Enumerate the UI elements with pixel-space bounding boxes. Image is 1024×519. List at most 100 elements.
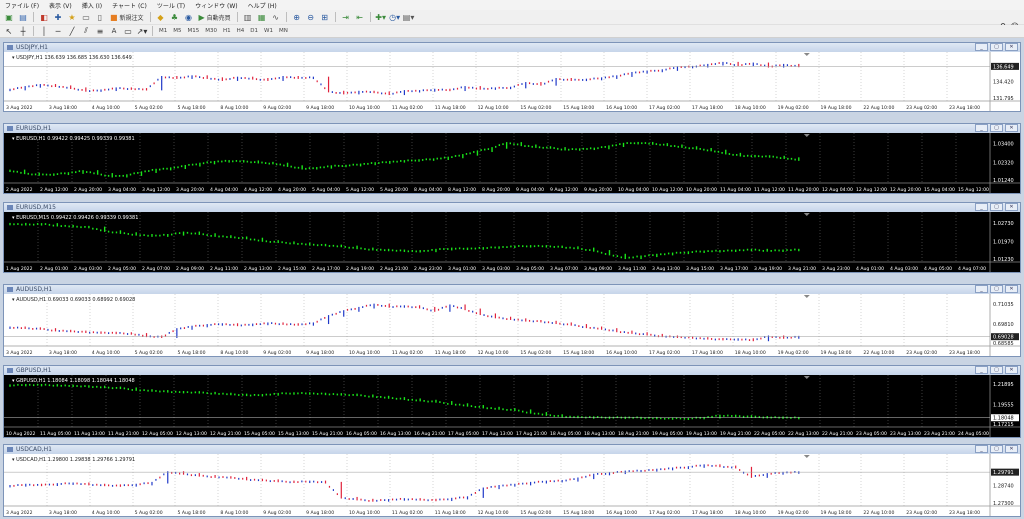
indicators-icon[interactable]: ✚▾ bbox=[375, 11, 387, 23]
menu-view[interactable]: 表示 (V) bbox=[44, 1, 77, 10]
menu-help[interactable]: ヘルプ (H) bbox=[243, 1, 282, 10]
menu-file[interactable]: ファイル (F) bbox=[0, 1, 44, 10]
chart-canvas[interactable]: 1.03400 1.02320 1.01240 2 Aug 2022 2 Aug 12:… bbox=[4, 133, 1020, 193]
minimize-button[interactable]: _ bbox=[975, 43, 988, 51]
time-scale-label: 2 Aug 09:00 bbox=[176, 266, 204, 272]
maximize-button[interactable]: ▢ bbox=[990, 124, 1003, 132]
close-button[interactable]: ✕ bbox=[1005, 124, 1018, 132]
zoom-out-icon[interactable]: ⊖ bbox=[305, 11, 317, 23]
bar-chart-icon[interactable]: ▥ bbox=[242, 11, 254, 23]
time-scale-label: 2 Aug 03:00 bbox=[74, 266, 102, 272]
minimize-button[interactable]: _ bbox=[975, 366, 988, 374]
time-scale-label: 17 Aug 18:00 bbox=[692, 510, 723, 516]
tf-m30[interactable]: M30 bbox=[202, 28, 220, 34]
minimize-button[interactable]: _ bbox=[975, 124, 988, 132]
chart-titlebar[interactable]: EURUSD,H1 _ ▢ ✕ bbox=[4, 124, 1020, 133]
line-chart-icon[interactable]: ∿ bbox=[270, 11, 282, 23]
trendline-icon[interactable]: ╱ bbox=[66, 25, 78, 37]
close-button[interactable]: ✕ bbox=[1005, 203, 1018, 211]
crosshair-icon[interactable]: ✚ bbox=[52, 11, 64, 23]
vertical-line-icon[interactable]: │ bbox=[38, 25, 50, 37]
tester-icon[interactable]: ▯ bbox=[94, 11, 106, 23]
maximize-button[interactable]: ▢ bbox=[990, 43, 1003, 51]
time-scale-label: 23 Aug 02:00 bbox=[906, 510, 937, 516]
chart-canvas[interactable]: 1.29791 1.28740 1.27300 3 Aug 2022 3 Aug 18:… bbox=[4, 454, 1020, 516]
time-scale-label: 3 Aug 18:00 bbox=[49, 510, 77, 516]
tf-w1[interactable]: W1 bbox=[261, 28, 276, 34]
minimize-button[interactable]: _ bbox=[975, 285, 988, 293]
menu-chart[interactable]: チャート (C) bbox=[107, 1, 152, 10]
terminal-icon[interactable]: ▭ bbox=[80, 11, 92, 23]
separator bbox=[236, 12, 238, 22]
separator bbox=[149, 12, 151, 22]
text-icon[interactable]: A bbox=[108, 25, 120, 37]
market-watch-icon[interactable]: ◧ bbox=[38, 11, 50, 23]
menu-window[interactable]: ウィンドウ (W) bbox=[190, 1, 243, 10]
tf-h1[interactable]: H1 bbox=[220, 28, 234, 34]
menu-tools[interactable]: ツール (T) bbox=[152, 1, 190, 10]
time-scale-label: 22 Aug 10:00 bbox=[863, 350, 894, 356]
minimize-button[interactable]: _ bbox=[975, 445, 988, 453]
time-scale-label: 16 Aug 05:00 bbox=[346, 431, 377, 437]
menu-insert[interactable]: 挿入 (I) bbox=[77, 1, 107, 10]
chart-canvas[interactable]: 136.649 134.420 131.795 3 Aug 2022 3 Aug 18:… bbox=[4, 52, 1020, 111]
maximize-button[interactable]: ▢ bbox=[990, 445, 1003, 453]
new-chart-icon[interactable]: ▣ bbox=[3, 11, 15, 23]
chart-window[interactable]: USDJPY,H1 _ ▢ ✕ 136.649 134.420 131.795 3 Aug 2… bbox=[3, 42, 1021, 112]
new-order-button[interactable]: ■ 新規注文 bbox=[108, 11, 146, 23]
templates-icon[interactable]: ▤▾ bbox=[403, 11, 415, 23]
maximize-button[interactable]: ▢ bbox=[990, 203, 1003, 211]
minimize-button[interactable]: _ bbox=[975, 203, 988, 211]
market-icon[interactable]: ♣ bbox=[169, 11, 181, 23]
tf-m15[interactable]: M15 bbox=[185, 28, 203, 34]
arrows-icon[interactable]: ↗▾ bbox=[136, 25, 148, 37]
chart-canvas[interactable]: 0.69028 0.71035 0.69810 0.68585 3 Aug 2022 3 … bbox=[4, 294, 1020, 356]
chart-window[interactable]: EURUSD,H1 _ ▢ ✕ 1.03400 1.02320 1.01240 2 Aug 2… bbox=[3, 123, 1021, 194]
meta-editor-icon[interactable]: ◆ bbox=[155, 11, 167, 23]
autoscroll-icon[interactable]: ⇥ bbox=[340, 11, 352, 23]
horizontal-line-icon[interactable]: ─ bbox=[52, 25, 64, 37]
channel-icon[interactable]: ⫽ bbox=[80, 25, 92, 37]
chart-titlebar[interactable]: USDJPY,H1 _ ▢ ✕ bbox=[4, 43, 1020, 52]
zoom-in-icon[interactable]: ⊕ bbox=[291, 11, 303, 23]
profiles-icon[interactable]: ▤ bbox=[17, 11, 29, 23]
maximize-button[interactable]: ▢ bbox=[990, 285, 1003, 293]
auto-trading-button[interactable]: ▶ 自動売買 bbox=[197, 11, 233, 23]
close-button[interactable]: ✕ bbox=[1005, 366, 1018, 374]
price-scale-label: 1.01240 bbox=[993, 178, 1014, 184]
chart-window-icon bbox=[7, 447, 13, 452]
crosshair-tool-icon[interactable]: ┼ bbox=[17, 25, 29, 37]
tf-d1[interactable]: D1 bbox=[247, 28, 261, 34]
time-scale-label: 19 Aug 05:00 bbox=[652, 431, 683, 437]
chart-window[interactable]: AUDUSD,H1 _ ▢ ✕ 0.69028 0.71035 0.69810 0.68585… bbox=[3, 284, 1021, 357]
chart-window[interactable]: USDCAD,H1 _ ▢ ✕ 1.29791 1.28740 1.27300 3 Aug 2… bbox=[3, 444, 1021, 517]
close-button[interactable]: ✕ bbox=[1005, 43, 1018, 51]
chart-titlebar[interactable]: EURUSD,M15 _ ▢ ✕ bbox=[4, 203, 1020, 212]
chart-window[interactable]: GBPUSD,H1 _ ▢ ✕ 1.18048 1.21895 1.19555 1.17215… bbox=[3, 365, 1021, 438]
fibo-icon[interactable]: ≡ bbox=[94, 25, 106, 37]
chart-canvas[interactable]: 1.18048 1.21895 1.19555 1.17215 10 Aug 2022 1… bbox=[4, 375, 1020, 437]
chart-shift-icon[interactable]: ⇤ bbox=[354, 11, 366, 23]
signals-icon[interactable]: ◉ bbox=[183, 11, 195, 23]
time-scale-label: 23 Aug 02:00 bbox=[906, 350, 937, 356]
chart-titlebar[interactable]: AUDUSD,H1 _ ▢ ✕ bbox=[4, 285, 1020, 294]
tile-icon[interactable]: ⊞ bbox=[319, 11, 331, 23]
chart-titlebar[interactable]: USDCAD,H1 _ ▢ ✕ bbox=[4, 445, 1020, 454]
close-button[interactable]: ✕ bbox=[1005, 445, 1018, 453]
chart-window[interactable]: EURUSD,M15 _ ▢ ✕ 1.02730 1.01970 1.01230 1 Aug … bbox=[3, 202, 1021, 273]
close-button[interactable]: ✕ bbox=[1005, 285, 1018, 293]
candle-chart-icon[interactable]: ▦ bbox=[256, 11, 268, 23]
cursor-icon[interactable]: ↖ bbox=[3, 25, 15, 37]
tf-h4[interactable]: H4 bbox=[234, 28, 248, 34]
chart-canvas[interactable]: 1.02730 1.01970 1.01230 1 Aug 2022 2 Aug 01:… bbox=[4, 212, 1020, 272]
maximize-button[interactable]: ▢ bbox=[990, 366, 1003, 374]
chart-titlebar[interactable]: GBPUSD,H1 _ ▢ ✕ bbox=[4, 366, 1020, 375]
tf-m5[interactable]: M5 bbox=[170, 28, 184, 34]
time-scale-label: 2 Aug 05:00 bbox=[108, 266, 136, 272]
period-icon[interactable]: ◷▾ bbox=[389, 11, 401, 23]
navigator-icon[interactable]: ★ bbox=[66, 11, 78, 23]
tf-mn[interactable]: MN bbox=[276, 28, 291, 34]
price-scale-label: 1.27300 bbox=[993, 501, 1014, 507]
label-icon[interactable]: ▭ bbox=[122, 25, 134, 37]
tf-m1[interactable]: M1 bbox=[156, 28, 170, 34]
